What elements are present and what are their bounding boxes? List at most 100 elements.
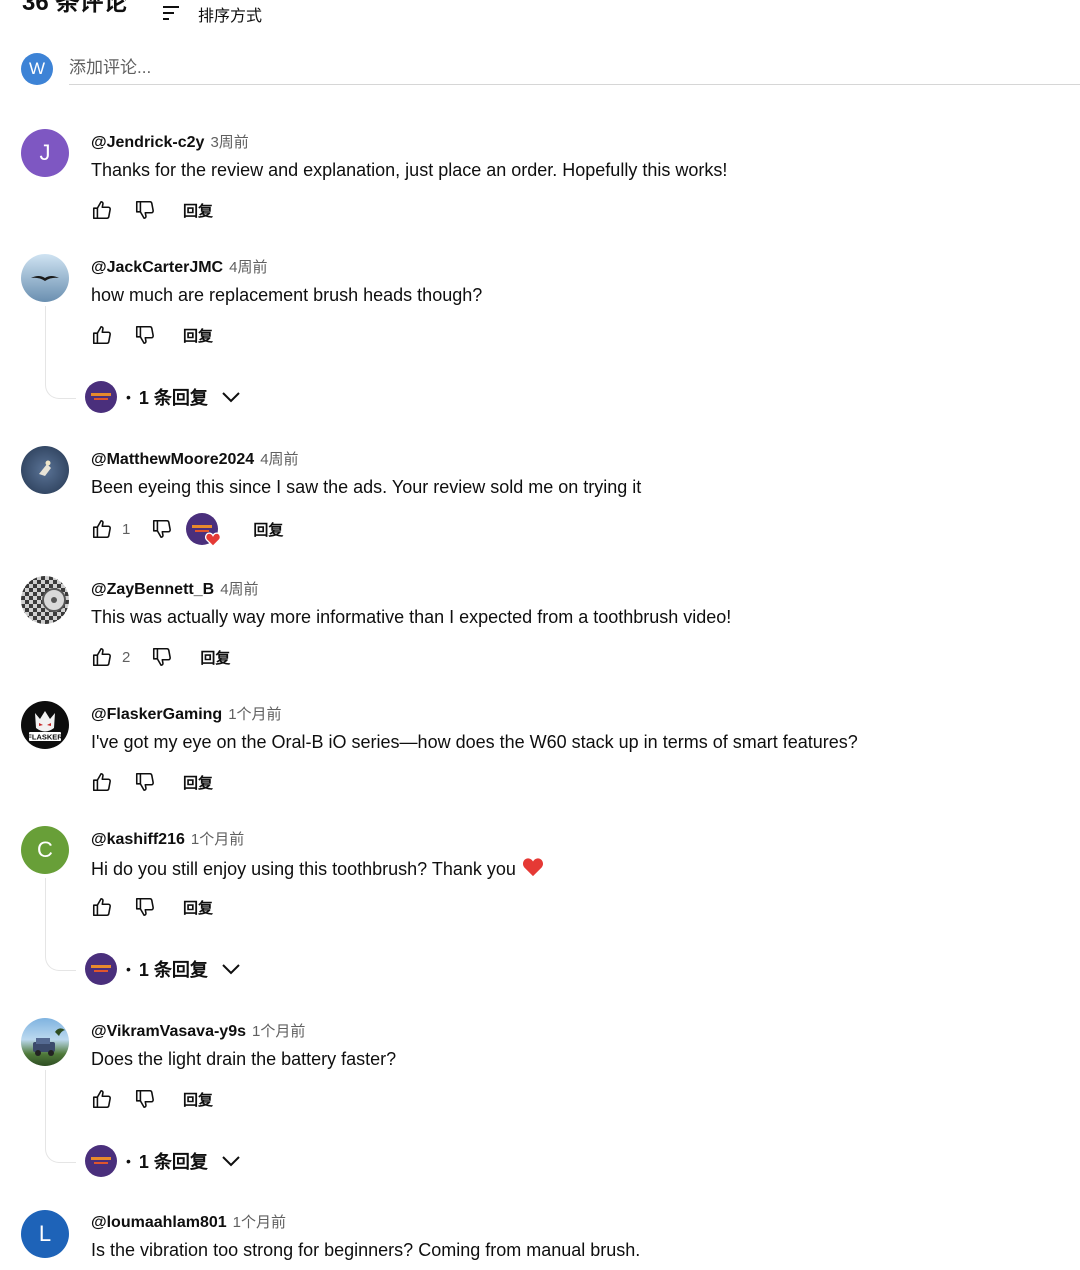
replies-count: 1 条回复	[138, 960, 208, 980]
comment-author[interactable]: @FlaskerGaming	[91, 706, 222, 724]
creator-avatar	[85, 953, 117, 985]
avatar[interactable]	[21, 446, 69, 494]
add-comment-input[interactable]	[69, 52, 1080, 85]
comment-actions: 1 回复	[91, 513, 283, 547]
dislike-button[interactable]	[151, 646, 173, 668]
like-button[interactable]	[91, 518, 113, 540]
creator-heart	[186, 513, 222, 547]
dislike-button[interactable]	[134, 1088, 156, 1110]
comment-header: @JackCarterJMC 4周前	[91, 256, 267, 277]
comment-header: @kashiff216 1个月前	[91, 828, 244, 849]
comment-header: @ZayBennett_B 4周前	[91, 578, 259, 599]
view-replies-button[interactable]: • 1 条回复	[85, 953, 242, 985]
thumbs-down-icon	[153, 647, 172, 667]
comment-actions: 回复	[91, 893, 213, 921]
chevron-down-icon	[222, 964, 240, 975]
comment-time[interactable]: 4周前	[220, 578, 258, 599]
comment-count: 36 条评论	[22, 0, 128, 16]
creator-avatar	[85, 1145, 117, 1177]
comment-time[interactable]: 4周前	[260, 448, 298, 469]
diver-icon	[39, 460, 51, 476]
comment-actions: 2 回复	[91, 643, 230, 671]
thumbs-down-icon	[153, 519, 172, 539]
comment-author[interactable]: @kashiff216	[91, 831, 185, 849]
reply-button[interactable]: 回复	[183, 1089, 213, 1110]
replies-count: 1 条回复	[138, 388, 208, 408]
dislike-button[interactable]	[151, 518, 173, 540]
comment-author[interactable]: @loumaahlam801	[91, 1214, 227, 1232]
sort-button[interactable]: 排序方式	[160, 2, 262, 26]
comment-text: how much are replacement brush heads tho…	[91, 285, 483, 305]
add-comment-row: W	[21, 52, 1080, 88]
dislike-button[interactable]	[134, 199, 156, 221]
thread-line	[45, 1070, 76, 1163]
thumbs-down-icon	[135, 200, 154, 220]
reply-button[interactable]: 回复	[183, 772, 213, 793]
like-button[interactable]	[91, 199, 113, 221]
comment-text: Hi do you still enjoy using this toothbr…	[91, 857, 544, 880]
like-count: 1	[122, 520, 131, 538]
thumbs-down-icon	[135, 325, 154, 345]
comment-header: @FlaskerGaming 1个月前	[91, 703, 282, 724]
comment-header: @VikramVasava-y9s 1个月前	[91, 1020, 305, 1041]
comment-text: Been eyeing this since I saw the ads. Yo…	[91, 477, 642, 497]
avatar[interactable]: W	[21, 53, 53, 85]
bird-icon	[31, 276, 59, 281]
avatar[interactable]	[21, 1018, 69, 1066]
comment-time[interactable]: 3周前	[210, 131, 248, 152]
comment-time[interactable]: 4周前	[229, 256, 267, 277]
reply-button[interactable]: 回复	[183, 897, 213, 918]
view-replies-button[interactable]: • 1 条回复	[85, 381, 242, 413]
like-button[interactable]	[91, 771, 113, 793]
dislike-button[interactable]	[134, 324, 156, 346]
sort-label: 排序方式	[198, 8, 263, 25]
reply-button[interactable]: 回复	[200, 647, 230, 668]
like-count: 2	[122, 648, 131, 666]
comment-text: I've got my eye on the Oral-B iO series—…	[91, 732, 858, 752]
reply-button[interactable]: 回复	[183, 325, 213, 346]
comment-text: Does the light drain the battery faster?	[91, 1049, 397, 1069]
comment-author[interactable]: @Jendrick-c2y	[91, 134, 204, 152]
thumbs-down-icon	[135, 772, 154, 792]
comment-text: Thanks for the review and explanation, j…	[91, 160, 728, 180]
thread-line	[45, 878, 76, 971]
chevron-down-icon	[222, 1156, 240, 1167]
like-button[interactable]	[91, 1088, 113, 1110]
comment-author[interactable]: @VikramVasava-y9s	[91, 1023, 246, 1041]
reply-button[interactable]: 回复	[183, 200, 213, 221]
thumbs-up-icon	[92, 772, 111, 792]
comment-time[interactable]: 1个月前	[252, 1020, 305, 1041]
like-button[interactable]	[91, 896, 113, 918]
avatar[interactable]: L	[21, 1210, 69, 1258]
thumbs-up-icon	[92, 897, 111, 917]
avatar[interactable]: J	[21, 129, 69, 177]
svg-text:FLASKER: FLASKER	[27, 733, 63, 742]
avatar[interactable]	[21, 254, 69, 302]
comment-author[interactable]: @JackCarterJMC	[91, 259, 223, 277]
comment-header: @loumaahlam801 1个月前	[91, 1211, 286, 1232]
heart-icon	[522, 858, 543, 877]
thumbs-up-icon	[92, 1089, 111, 1109]
view-replies-button[interactable]: • 1 条回复	[85, 1145, 242, 1177]
avatar[interactable]	[21, 576, 69, 624]
thumbs-down-icon	[135, 897, 154, 917]
thumbs-down-icon	[135, 1089, 154, 1109]
thumbs-up-icon	[92, 519, 111, 539]
comment-time[interactable]: 1个月前	[191, 828, 244, 849]
like-button[interactable]	[91, 646, 113, 668]
comment-author[interactable]: @MatthewMoore2024	[91, 451, 254, 469]
reply-button[interactable]: 回复	[253, 519, 283, 540]
dislike-button[interactable]	[134, 896, 156, 918]
thumbs-up-icon	[92, 647, 111, 667]
comment-actions: 回复	[91, 196, 213, 224]
dislike-button[interactable]	[134, 771, 156, 793]
comment-actions: 回复	[91, 768, 213, 796]
comment-time[interactable]: 1个月前	[233, 1211, 286, 1232]
comment-header: @Jendrick-c2y 3周前	[91, 131, 249, 152]
comment-time[interactable]: 1个月前	[228, 703, 281, 724]
like-button[interactable]	[91, 324, 113, 346]
avatar[interactable]: FLASKER	[21, 701, 69, 749]
avatar[interactable]: C	[21, 826, 69, 874]
comment-actions: 回复	[91, 321, 213, 349]
comment-author[interactable]: @ZayBennett_B	[91, 581, 214, 599]
